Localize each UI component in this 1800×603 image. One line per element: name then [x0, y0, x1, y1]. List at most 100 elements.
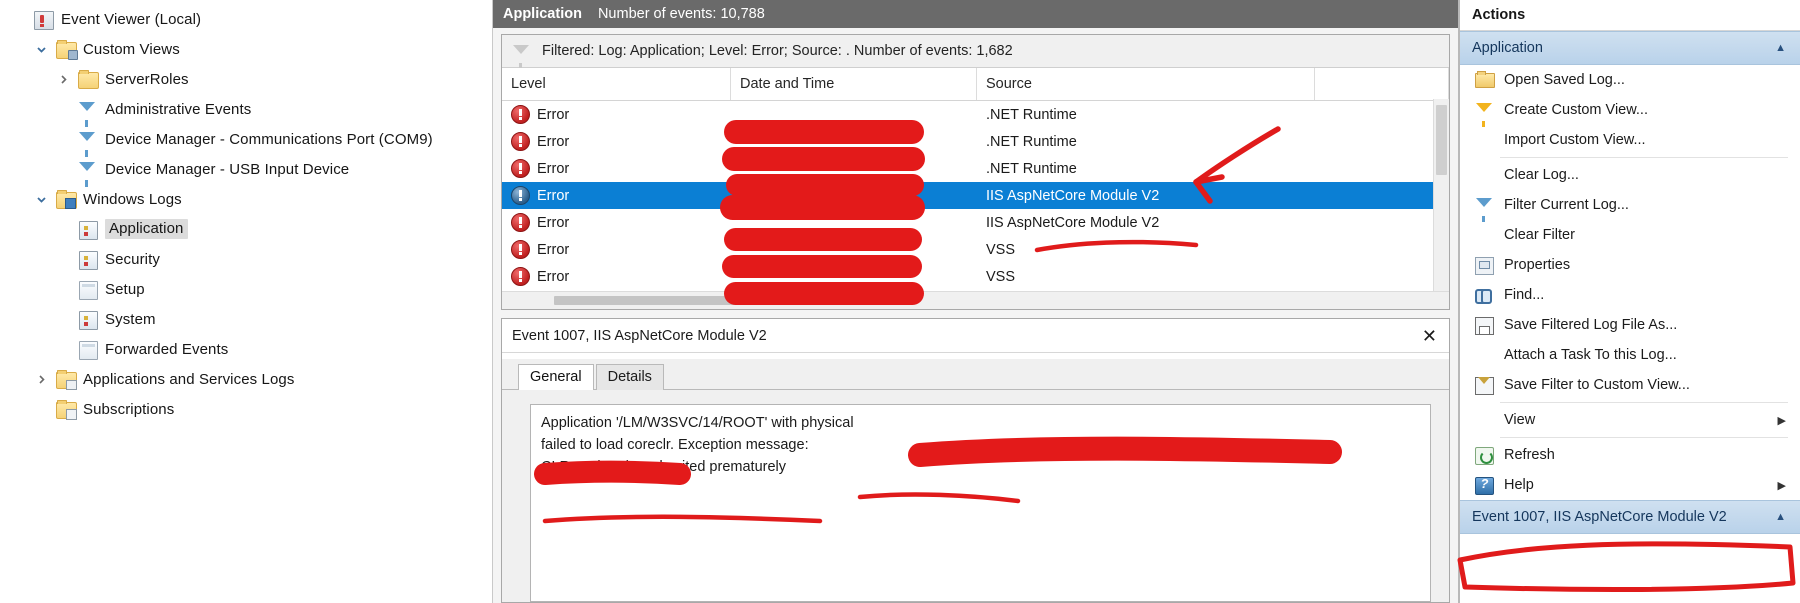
tree-item-security[interactable]: Security: [0, 244, 492, 274]
cell-source: .NET Runtime: [986, 106, 1077, 123]
chevron-right-icon[interactable]: [50, 74, 76, 84]
tree-item-subscriptions[interactable]: Subscriptions: [0, 394, 492, 424]
tree-item-administrative-events[interactable]: Administrative Events: [0, 94, 492, 127]
tree-item-system[interactable]: System: [0, 304, 492, 334]
table-row[interactable]: Error .NET Runtime: [502, 128, 1449, 155]
event-detail-title-bar: Event 1007, IIS AspNetCore Module V2 ✕: [502, 319, 1449, 353]
tab-details[interactable]: Details: [595, 364, 664, 390]
tree-item-application[interactable]: Application: [0, 214, 492, 244]
action-item-label: Create Custom View...: [1504, 102, 1648, 118]
action-item-refresh[interactable]: Refresh: [1460, 440, 1800, 470]
custom-views-folder-icon: [54, 39, 78, 60]
save-filter-icon: [1472, 375, 1498, 395]
column-header-row[interactable]: Level Date and Time Source: [502, 68, 1449, 101]
horizontal-scroll-thumb[interactable]: [554, 296, 884, 305]
event-message-box[interactable]: Application '/LM/W3SVC/14/ROOT' with phy…: [530, 404, 1431, 602]
error-icon: [511, 267, 530, 286]
event-list-vertical-scrollbar[interactable]: [1433, 99, 1449, 291]
table-row[interactable]: Error .NET Runtime: [502, 155, 1449, 182]
center-pane: Application Number of events: 10,788 Fil…: [493, 0, 1459, 603]
tree-item-windows-logs[interactable]: Windows Logs: [0, 184, 492, 214]
funnel-icon: [76, 99, 100, 127]
tree-item-custom-views[interactable]: Custom Views: [0, 34, 492, 64]
level-label: Error: [537, 214, 570, 231]
event-message-line-1: Application '/LM/W3SVC/14/ROOT' with phy…: [541, 415, 854, 431]
event-list-box[interactable]: Filtered: Log: Application; Level: Error…: [501, 34, 1450, 310]
action-item-save-filter-to-custom-view[interactable]: Save Filter to Custom View...: [1460, 370, 1800, 400]
level-label: Error: [537, 160, 570, 177]
action-item-save-filtered-log-file-as[interactable]: Save Filtered Log File As...: [1460, 310, 1800, 340]
vertical-scroll-thumb[interactable]: [1436, 105, 1447, 175]
action-item-attach-a-task-to-this-log[interactable]: Attach a Task To this Log...: [1460, 340, 1800, 370]
chevron-up-icon[interactable]: ▲: [1775, 42, 1786, 54]
cell-source: VSS: [986, 241, 1016, 258]
event-message-area: Application '/LM/W3SVC/14/ROOT' with phy…: [502, 390, 1449, 602]
actions-group-application[interactable]: Application ▲: [1460, 31, 1800, 65]
close-icon[interactable]: ✕: [1422, 327, 1437, 345]
table-row[interactable]: Error VSS: [502, 263, 1449, 290]
tab-general[interactable]: General: [518, 364, 594, 390]
tree-item-device-manager-communications-port-com9[interactable]: Device Manager - Communications Port (CO…: [0, 124, 492, 157]
chevron-up-icon-event[interactable]: ▲: [1775, 511, 1786, 523]
action-item-clear-filter[interactable]: Clear Filter: [1460, 220, 1800, 250]
tree-item-label: Applications and Services Logs: [83, 370, 295, 388]
tree-item-applications-and-services-logs[interactable]: Applications and Services Logs: [0, 364, 492, 394]
column-header-source[interactable]: Source: [977, 68, 1315, 100]
action-item-help[interactable]: Help ▶: [1460, 470, 1800, 500]
cell-source: .NET Runtime: [986, 133, 1077, 150]
column-header-level[interactable]: Level: [502, 68, 731, 100]
action-item-open-saved-log[interactable]: Open Saved Log...: [1460, 65, 1800, 95]
cell-source: IIS AspNetCore Module V2: [986, 214, 1160, 231]
event-detail-pane: Event 1007, IIS AspNetCore Module V2 ✕ G…: [501, 318, 1450, 603]
action-item-properties[interactable]: Properties: [1460, 250, 1800, 280]
chevron-right-icon[interactable]: [28, 374, 54, 384]
event-detail-tabs[interactable]: General Details: [502, 359, 1449, 390]
action-item-label: Filter Current Log...: [1504, 197, 1629, 213]
tree-item-setup[interactable]: Setup: [0, 274, 492, 304]
tree-item-forwarded-events[interactable]: Forwarded Events: [0, 334, 492, 364]
table-row[interactable]: Error .NET Runtime: [502, 101, 1449, 128]
action-item-filter-current-log[interactable]: Filter Current Log...: [1460, 190, 1800, 222]
actions-group-event[interactable]: Event 1007, IIS AspNetCore Module V2 ▲: [1460, 500, 1800, 534]
error-icon: [511, 132, 530, 151]
plain-log-icon: [76, 339, 100, 360]
tree-item-label: Security: [105, 250, 160, 268]
action-item-create-custom-view[interactable]: Create Custom View...: [1460, 95, 1800, 127]
table-row[interactable]: Error IIS AspNetCore Module V2: [502, 182, 1449, 209]
action-item-label: Attach a Task To this Log...: [1504, 347, 1677, 363]
table-row[interactable]: Error VSS: [502, 236, 1449, 263]
chevron-down-icon[interactable]: [28, 45, 54, 54]
action-item-label: Import Custom View...: [1504, 132, 1646, 148]
log-icon: [76, 249, 100, 270]
log-icon: [76, 219, 100, 240]
event-message-line-3: CLR worker thread exited prematurely: [541, 459, 786, 475]
windows-logs-folder-icon: [54, 189, 78, 209]
menu-separator: [1500, 157, 1788, 158]
event-list-horizontal-scrollbar[interactable]: [502, 291, 1449, 309]
action-item-import-custom-view[interactable]: Import Custom View...: [1460, 125, 1800, 155]
event-rows[interactable]: Error .NET Runtime Error .NET Runtime Error.…: [502, 101, 1449, 309]
tree-item-serverroles[interactable]: ServerRoles: [0, 64, 492, 94]
action-item-find[interactable]: Find...: [1460, 280, 1800, 310]
console-tree-pane[interactable]: Event Viewer (Local) Custom Views ServerRo…: [0, 0, 493, 603]
cell-source: .NET Runtime: [986, 160, 1077, 177]
chevron-down-icon[interactable]: [28, 195, 54, 204]
no-icon: [1472, 225, 1498, 245]
tree-item-event-viewer-local[interactable]: Event Viewer (Local): [0, 4, 492, 34]
table-row[interactable]: Error IIS AspNetCore Module V2: [502, 209, 1449, 236]
action-item-label: Help: [1504, 477, 1534, 493]
tree-item-label: Administrative Events: [105, 100, 252, 118]
chevron-right-icon[interactable]: ▶: [1778, 414, 1786, 427]
action-item-view[interactable]: View ▶: [1460, 405, 1800, 435]
actions-pane: Actions Application ▲ Open Saved Log... C…: [1459, 0, 1800, 603]
level-label: Error: [537, 241, 570, 258]
tree-item-device-manager-usb-input-device[interactable]: Device Manager - USB Input Device: [0, 154, 492, 187]
no-icon: [1472, 345, 1498, 365]
subscriptions-folder-icon: [54, 399, 78, 420]
chevron-right-icon[interactable]: ▶: [1778, 479, 1786, 492]
action-item-clear-log[interactable]: Clear Log...: [1460, 160, 1800, 190]
column-header-date-time[interactable]: Date and Time: [731, 68, 977, 100]
filter-bar[interactable]: Filtered: Log: Application; Level: Error…: [502, 35, 1449, 69]
level-label: Error: [537, 187, 570, 204]
funnel-blue-icon: [1472, 195, 1498, 222]
